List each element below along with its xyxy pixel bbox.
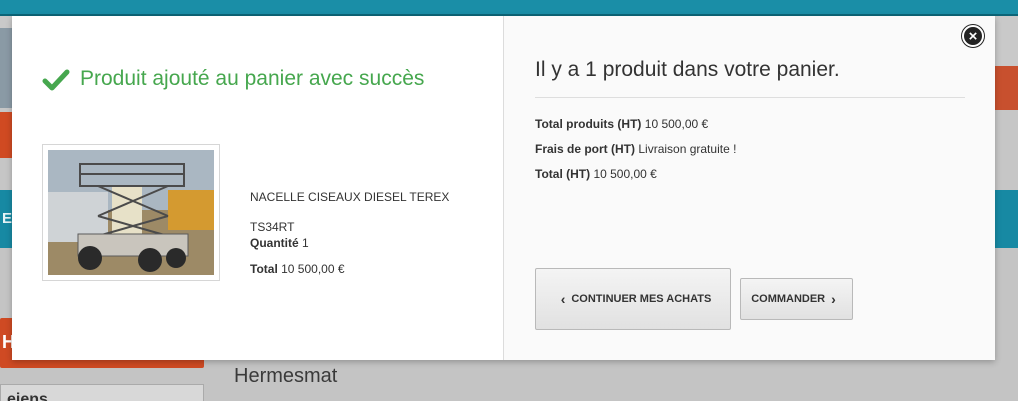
success-message: Produit ajouté au panier avec succès <box>80 67 425 90</box>
bg-nav-letter: E <box>2 210 13 227</box>
summary-products-label: Total produits (HT) <box>535 117 642 131</box>
product-name: NACELLE CISEAUX DIESEL TEREX TS34RT <box>250 190 450 234</box>
cart-heading: Il y a 1 produit dans votre panier. <box>535 58 840 81</box>
summary-shipping-value: Livraison gratuite ! <box>638 142 737 156</box>
summary-total-value: 10 500,00 € <box>593 167 657 181</box>
modal-product-panel: Produit ajouté au panier avec succès NAC… <box>12 16 504 360</box>
chevron-left-icon: ‹ <box>560 291 566 307</box>
product-total-value: 10 500,00 € <box>281 262 345 276</box>
success-message-row: Produit ajouté au panier avec succès <box>42 64 482 94</box>
bg-page-text: Hermesmat <box>234 365 338 387</box>
product-total-label: Total <box>250 262 278 276</box>
modal-cart-panel: Il y a 1 produit dans votre panier. Tota… <box>504 16 995 360</box>
order-button[interactable]: COMMANDER › <box>740 278 853 320</box>
product-image <box>42 144 220 281</box>
quantity-label: Quantité <box>250 236 299 250</box>
bg-red-tab-left <box>0 112 12 158</box>
continue-shopping-button[interactable]: ‹ CONTINUER MES ACHATS <box>535 268 731 330</box>
order-label: COMMANDER <box>751 293 826 305</box>
summary-total: Total (HT) 10 500,00 € <box>535 166 736 191</box>
bg-logo <box>0 28 12 108</box>
divider <box>535 97 965 98</box>
summary-shipping: Frais de port (HT) Livraison gratuite ! <box>535 141 736 166</box>
bg-select: eiens <box>0 384 204 401</box>
summary-total-label: Total (HT) <box>535 167 591 181</box>
summary-shipping-label: Frais de port (HT) <box>535 142 636 156</box>
chevron-right-icon: › <box>831 291 836 307</box>
quantity-value: 1 <box>302 236 309 250</box>
close-icon[interactable]: × <box>962 25 984 47</box>
bg-red-tab <box>995 66 1018 110</box>
product-quantity: Quantité 1 <box>250 236 309 250</box>
bg-select-label: eiens <box>7 391 48 401</box>
add-to-cart-modal: Produit ajouté au panier avec succès NAC… <box>12 16 995 360</box>
check-icon <box>42 69 70 91</box>
continue-shopping-label: CONTINUER MES ACHATS <box>571 293 712 305</box>
scissor-lift-photo <box>48 150 214 275</box>
summary-products-value: 10 500,00 € <box>644 117 709 131</box>
summary-products: Total produits (HT) 10 500,00 € <box>535 116 736 141</box>
product-total: Total 10 500,00 € <box>250 262 345 276</box>
cart-summary: Total produits (HT) 10 500,00 € Frais de… <box>535 116 736 191</box>
